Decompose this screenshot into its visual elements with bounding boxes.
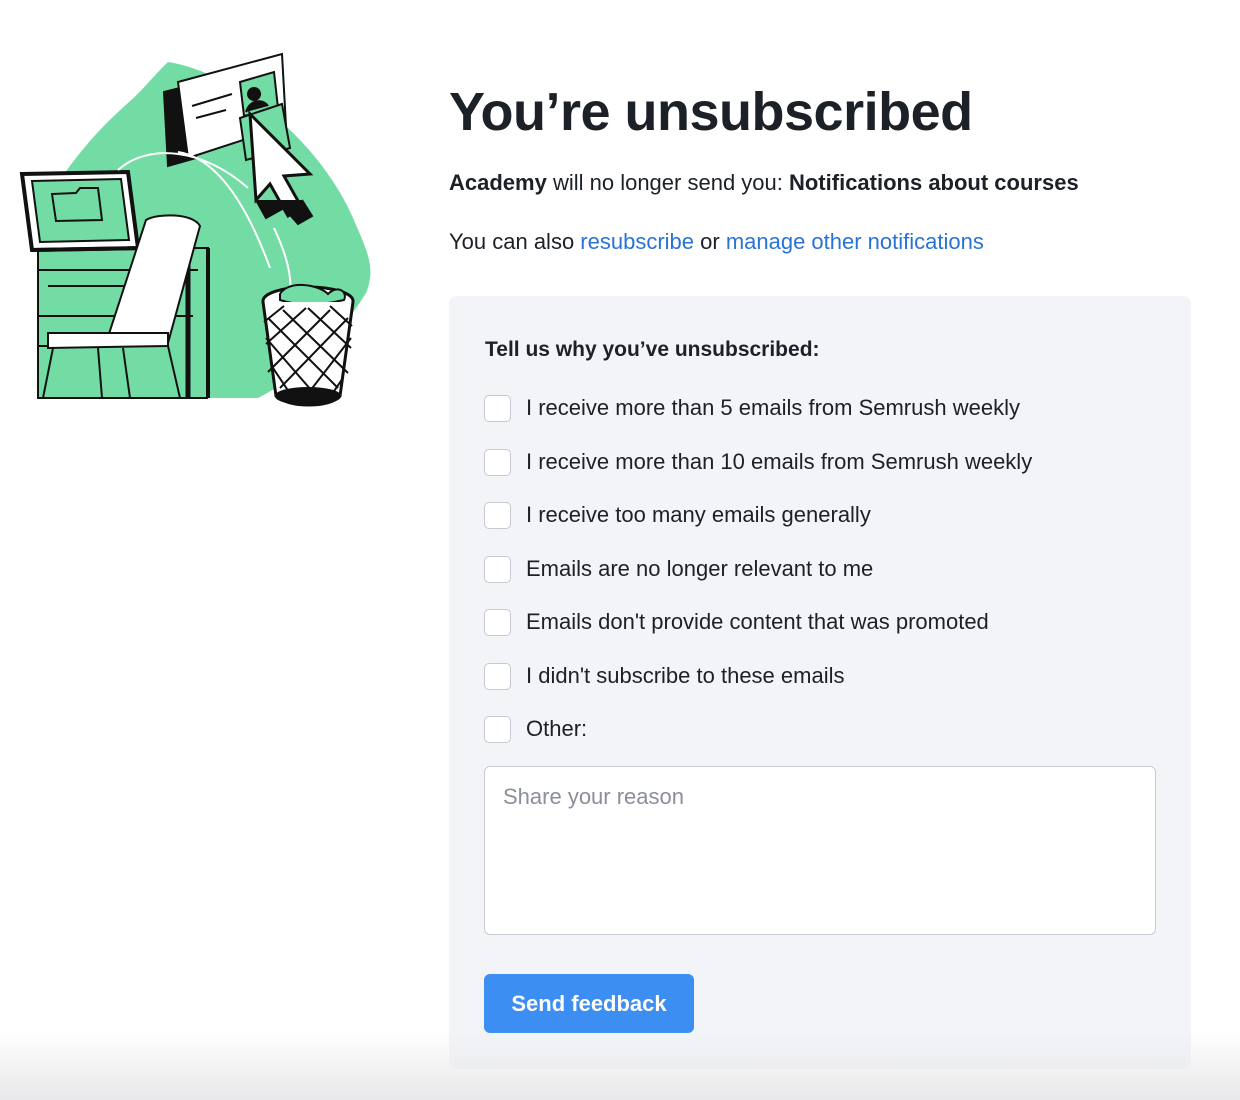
unsubscribe-summary: Academy will no longer send you: Notific… [449, 169, 1079, 197]
reason-checkbox[interactable] [484, 501, 511, 529]
manage-notifications-link[interactable]: manage other notifications [726, 229, 984, 254]
reason-option-other[interactable]: Other: [484, 714, 587, 744]
reason-checkbox[interactable] [484, 448, 511, 476]
sender-name: Academy [449, 170, 547, 195]
reason-option-too-many-emails[interactable]: I receive too many emails generally [484, 500, 871, 530]
reason-option-5-emails[interactable]: I receive more than 5 emails from Semrus… [484, 393, 1020, 423]
alternatives-joiner: or [694, 229, 726, 254]
reason-label: Emails are no longer relevant to me [526, 556, 874, 581]
resubscribe-link[interactable]: resubscribe [580, 229, 694, 254]
unsubscribe-illustration [19, 52, 371, 407]
reason-checkbox[interactable] [484, 715, 511, 743]
laptop [19, 169, 149, 253]
reason-checkbox[interactable] [484, 555, 511, 583]
summary-text: will no longer send you: [546, 170, 789, 195]
alternatives-prefix: You can also [449, 229, 581, 254]
unsubscribe-page: You’re unsubscribed Academy will no long… [0, 0, 1240, 1100]
reason-label: I receive more than 5 emails from Semrus… [526, 395, 1020, 420]
reason-option-not-relevant[interactable]: Emails are no longer relevant to me [484, 554, 873, 584]
unsubscribed-topic: Notifications about courses [788, 170, 1079, 195]
reason-checkbox[interactable] [484, 662, 511, 690]
reason-option-did-not-subscribe[interactable]: I didn't subscribe to these emails [484, 661, 844, 691]
reason-textarea[interactable] [484, 766, 1156, 935]
reason-label: I receive more than 10 emails from Semru… [526, 449, 1033, 474]
reason-checkbox[interactable] [484, 394, 511, 422]
feedback-heading: Tell us why you’ve unsubscribed: [485, 338, 820, 361]
waste-basket [261, 284, 355, 407]
send-feedback-button[interactable]: Send feedback [484, 974, 694, 1033]
reason-checkbox[interactable] [484, 608, 511, 636]
feedback-card: Tell us why you’ve unsubscribed: I recei… [449, 296, 1191, 1069]
reason-label: I receive too many emails generally [526, 502, 871, 527]
reason-label: I didn't subscribe to these emails [526, 663, 845, 688]
reason-option-10-emails[interactable]: I receive more than 10 emails from Semru… [484, 447, 1032, 477]
alternatives-text: You can also resubscribe or manage other… [449, 228, 984, 256]
reason-label: Other: [526, 716, 588, 741]
page-title: You’re unsubscribed [449, 82, 973, 142]
reason-option-not-promoted-content[interactable]: Emails don't provide content that was pr… [484, 607, 989, 637]
reason-label: Emails don't provide content that was pr… [526, 609, 989, 634]
